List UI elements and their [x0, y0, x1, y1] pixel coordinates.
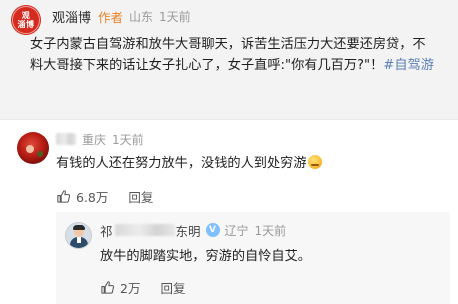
reply-button[interactable]: 回复 [128, 187, 153, 206]
replier-avatar[interactable] [65, 222, 92, 249]
post-card: 观 淄博 观淄博 作者 山东 1天前 女子内蒙古自驾游和放牛大哥聊天，诉苦生活压… [0, 0, 458, 119]
reply-meta: 祁 东明 V 辽宁 1天前 [100, 221, 286, 239]
replier-name-suffix[interactable]: 东明 [176, 221, 201, 240]
like-count: 6.8万 [76, 190, 109, 205]
reply-text: 放牛的脚踏实地，穷游的自怜自艾。 [100, 249, 311, 264]
reply-button[interactable]: 回复 [160, 278, 185, 297]
comment-actions: 6.8万 回复 [56, 187, 153, 206]
author-name[interactable]: 观淄博 [52, 7, 91, 26]
replier-name-blurred[interactable] [114, 224, 175, 236]
post-text: 女子内蒙古自驾游和放牛大哥聊天，诉苦生活压力大还要还房贷，不料大哥接下来的话让女… [30, 37, 426, 73]
comment-text: 有钱的人还在努力放牛，没钱的人到处穷游 [56, 154, 322, 174]
thumbs-up-icon[interactable] [56, 189, 71, 204]
post-location: 山东 [129, 9, 154, 24]
comment-text-content: 有钱的人还在努力放牛，没钱的人到处穷游 [56, 156, 307, 171]
comment-location: 重庆 [82, 132, 107, 147]
replier-name-prefix[interactable]: 祁 [100, 221, 113, 240]
reply-thread: 祁 东明 V 辽宁 1天前 放牛的脚踏实地，穷游的自怜自艾。 2万 回复 [56, 212, 450, 304]
awkward-emoji-icon [307, 155, 322, 169]
reply-time: 1天前 [254, 223, 287, 238]
reply-location: 辽宁 [224, 223, 249, 238]
comment-meta: 重庆 1天前 [56, 130, 144, 148]
author-avatar[interactable]: 观 淄博 [11, 5, 41, 35]
divider [0, 119, 458, 120]
hashtag-link[interactable]: #自驾游 [383, 58, 434, 73]
author-badge: 作者 [98, 9, 124, 25]
commenter-avatar[interactable] [17, 132, 49, 164]
reply-actions: 2万 回复 [100, 278, 185, 297]
thumbs-up-icon[interactable] [100, 280, 115, 295]
post-time: 1天前 [159, 9, 191, 24]
like-count: 2万 [120, 281, 141, 296]
comment-time: 1天前 [112, 132, 144, 147]
post-body: 女子内蒙古自驾游和放牛大哥聊天，诉苦生活压力大还要还房贷，不料大哥接下来的话让女… [30, 34, 435, 76]
post-meta: 观淄博 作者 山东 1天前 [52, 7, 191, 26]
commenter-name-blurred[interactable] [56, 133, 76, 145]
verified-icon: V [205, 223, 220, 237]
